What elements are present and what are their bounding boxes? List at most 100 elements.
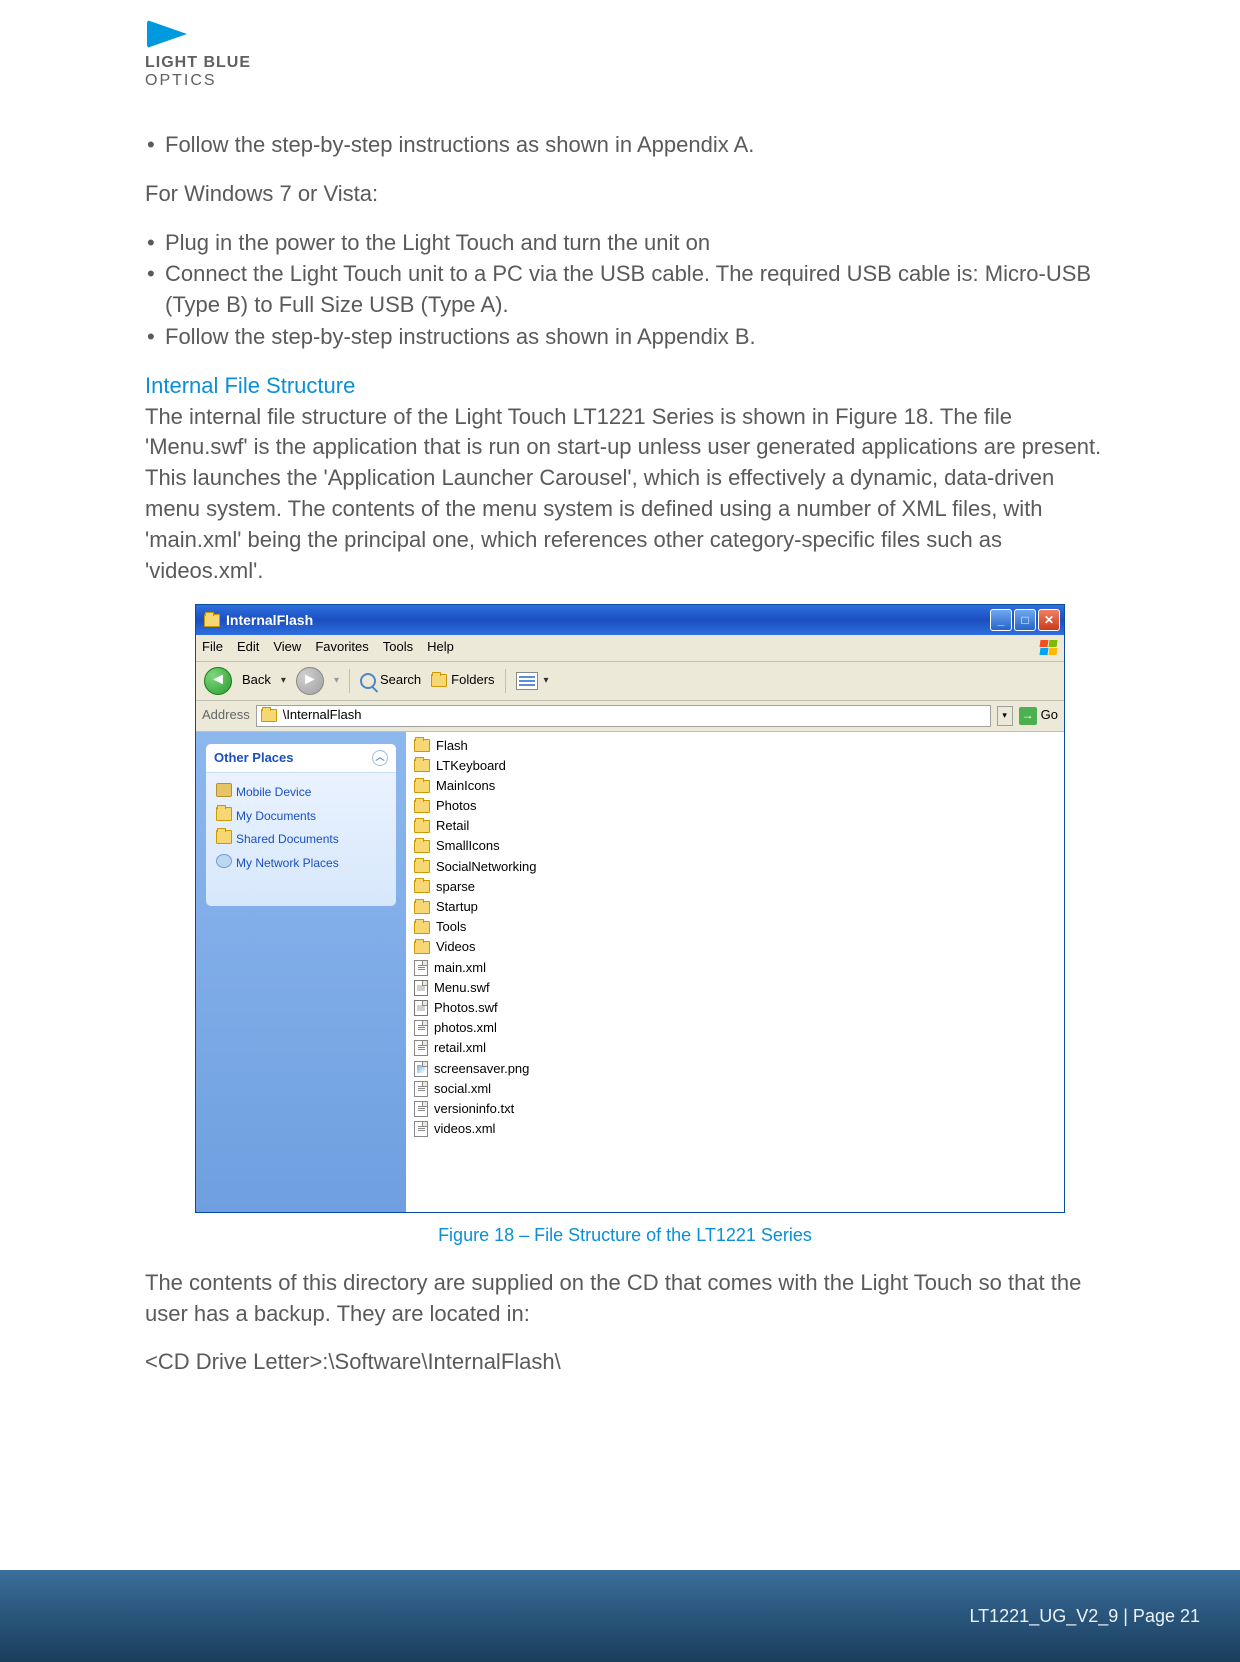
logo-triangle-icon bbox=[147, 20, 187, 48]
go-arrow-icon: → bbox=[1019, 707, 1037, 725]
side-panel-title: Other Places bbox=[214, 749, 294, 767]
window-title: InternalFlash bbox=[226, 611, 313, 631]
document-body: Follow the step-by-step instructions as … bbox=[145, 130, 1105, 1396]
folder-icon bbox=[414, 941, 430, 954]
file-name: Retail bbox=[436, 817, 469, 835]
forward-dropdown-icon[interactable]: ▾ bbox=[334, 674, 339, 688]
side-panel-column: Other Places ︿ Mobile Device My Document… bbox=[196, 732, 406, 1212]
file-item[interactable]: photos.xml bbox=[414, 1018, 1056, 1038]
file-name: retail.xml bbox=[434, 1039, 486, 1057]
bullet-item: Follow the step-by-step instructions as … bbox=[145, 130, 1105, 161]
forward-button[interactable]: ► bbox=[296, 667, 324, 695]
text-file-icon bbox=[414, 1101, 428, 1117]
back-dropdown-icon[interactable]: ▾ bbox=[281, 674, 286, 688]
views-button[interactable]: ▾ bbox=[516, 672, 549, 690]
file-item[interactable]: Menu.swf bbox=[414, 978, 1056, 998]
menu-view[interactable]: View bbox=[273, 638, 301, 656]
file-item[interactable]: sparse bbox=[414, 877, 1056, 897]
file-name: main.xml bbox=[434, 959, 486, 977]
file-item[interactable]: Flash bbox=[414, 736, 1056, 756]
folder-icon bbox=[414, 739, 430, 752]
xml-file-icon bbox=[414, 1040, 428, 1056]
page-footer: LT1221_UG_V2_9 | Page 21 bbox=[0, 1570, 1240, 1662]
file-name: Menu.swf bbox=[434, 979, 490, 997]
bullet-item: Connect the Light Touch unit to a PC via… bbox=[145, 259, 1105, 321]
file-name: Photos.swf bbox=[434, 999, 498, 1017]
side-link-mobile-device[interactable]: Mobile Device bbox=[216, 781, 386, 804]
paragraph: The internal file structure of the Light… bbox=[145, 402, 1105, 587]
file-item[interactable]: SmallIcons bbox=[414, 836, 1056, 856]
menu-favorites[interactable]: Favorites bbox=[315, 638, 368, 656]
folder-icon bbox=[414, 840, 430, 853]
file-item[interactable]: social.xml bbox=[414, 1079, 1056, 1099]
file-item[interactable]: screensaver.png bbox=[414, 1059, 1056, 1079]
bullet-item: Follow the step-by-step instructions as … bbox=[145, 322, 1105, 353]
file-item[interactable]: Videos bbox=[414, 937, 1056, 957]
xml-file-icon bbox=[414, 1020, 428, 1036]
menu-file[interactable]: File bbox=[202, 638, 223, 656]
file-name: LTKeyboard bbox=[436, 757, 506, 775]
maximize-button[interactable]: □ bbox=[1014, 609, 1036, 631]
address-dropdown-icon[interactable]: ▾ bbox=[997, 706, 1013, 726]
file-item[interactable]: main.xml bbox=[414, 958, 1056, 978]
folder-icon bbox=[431, 674, 447, 687]
xml-file-icon bbox=[414, 960, 428, 976]
side-link-my-documents[interactable]: My Documents bbox=[216, 805, 386, 828]
folder-icon bbox=[414, 880, 430, 893]
folder-icon bbox=[414, 800, 430, 813]
address-label: Address bbox=[202, 706, 250, 724]
paragraph: For Windows 7 or Vista: bbox=[145, 179, 1105, 210]
separator bbox=[349, 669, 350, 693]
folder-icon bbox=[261, 709, 277, 722]
side-link-shared-documents[interactable]: Shared Documents bbox=[216, 828, 386, 851]
file-name: Photos bbox=[436, 797, 476, 815]
menu-tools[interactable]: Tools bbox=[383, 638, 413, 656]
menu-edit[interactable]: Edit bbox=[237, 638, 259, 656]
file-name: videos.xml bbox=[434, 1120, 495, 1138]
file-item[interactable]: SocialNetworking bbox=[414, 857, 1056, 877]
file-item[interactable]: Photos.swf bbox=[414, 998, 1056, 1018]
image-file-icon bbox=[414, 1061, 428, 1077]
search-button[interactable]: Search bbox=[360, 671, 421, 689]
window-titlebar[interactable]: InternalFlash _ □ ✕ bbox=[196, 605, 1064, 635]
section-heading: Internal File Structure bbox=[145, 371, 1105, 402]
other-places-panel: Other Places ︿ Mobile Device My Document… bbox=[206, 744, 396, 906]
go-button[interactable]: → Go bbox=[1019, 706, 1058, 724]
file-name: SocialNetworking bbox=[436, 858, 536, 876]
toolbar: ◄ Back ▾ ► ▾ Search Folders ▾ bbox=[196, 662, 1064, 701]
swf-file-icon bbox=[414, 1000, 428, 1016]
file-name: SmallIcons bbox=[436, 837, 500, 855]
folder-icon bbox=[414, 780, 430, 793]
close-button[interactable]: ✕ bbox=[1038, 609, 1060, 631]
folders-button[interactable]: Folders bbox=[431, 671, 494, 689]
side-link-network-places[interactable]: My Network Places bbox=[216, 852, 386, 875]
file-name: photos.xml bbox=[434, 1019, 497, 1037]
menu-help[interactable]: Help bbox=[427, 638, 454, 656]
file-item[interactable]: Tools bbox=[414, 917, 1056, 937]
folder-icon bbox=[414, 901, 430, 914]
collapse-icon[interactable]: ︿ bbox=[372, 750, 388, 766]
file-name: social.xml bbox=[434, 1080, 491, 1098]
address-bar: Address \InternalFlash ▾ → Go bbox=[196, 701, 1064, 732]
file-item[interactable]: MainIcons bbox=[414, 776, 1056, 796]
separator bbox=[505, 669, 506, 693]
folder-icon bbox=[414, 759, 430, 772]
file-item[interactable]: Photos bbox=[414, 796, 1056, 816]
file-item[interactable]: versioninfo.txt bbox=[414, 1099, 1056, 1119]
xml-file-icon bbox=[414, 1121, 428, 1137]
back-button[interactable]: ◄ bbox=[204, 667, 232, 695]
folder-icon bbox=[204, 614, 220, 627]
file-name: sparse bbox=[436, 878, 475, 896]
back-label[interactable]: Back bbox=[242, 671, 271, 689]
file-item[interactable]: Startup bbox=[414, 897, 1056, 917]
file-item[interactable]: LTKeyboard bbox=[414, 756, 1056, 776]
file-item[interactable]: Retail bbox=[414, 816, 1056, 836]
file-item[interactable]: videos.xml bbox=[414, 1119, 1056, 1139]
minimize-button[interactable]: _ bbox=[990, 609, 1012, 631]
file-name: Tools bbox=[436, 918, 466, 936]
brand-line2: OPTICS bbox=[145, 72, 251, 90]
explorer-window: InternalFlash _ □ ✕ File Edit View Favor… bbox=[195, 604, 1065, 1212]
file-item[interactable]: retail.xml bbox=[414, 1038, 1056, 1058]
network-icon bbox=[216, 854, 232, 868]
address-input[interactable]: \InternalFlash bbox=[256, 705, 991, 727]
